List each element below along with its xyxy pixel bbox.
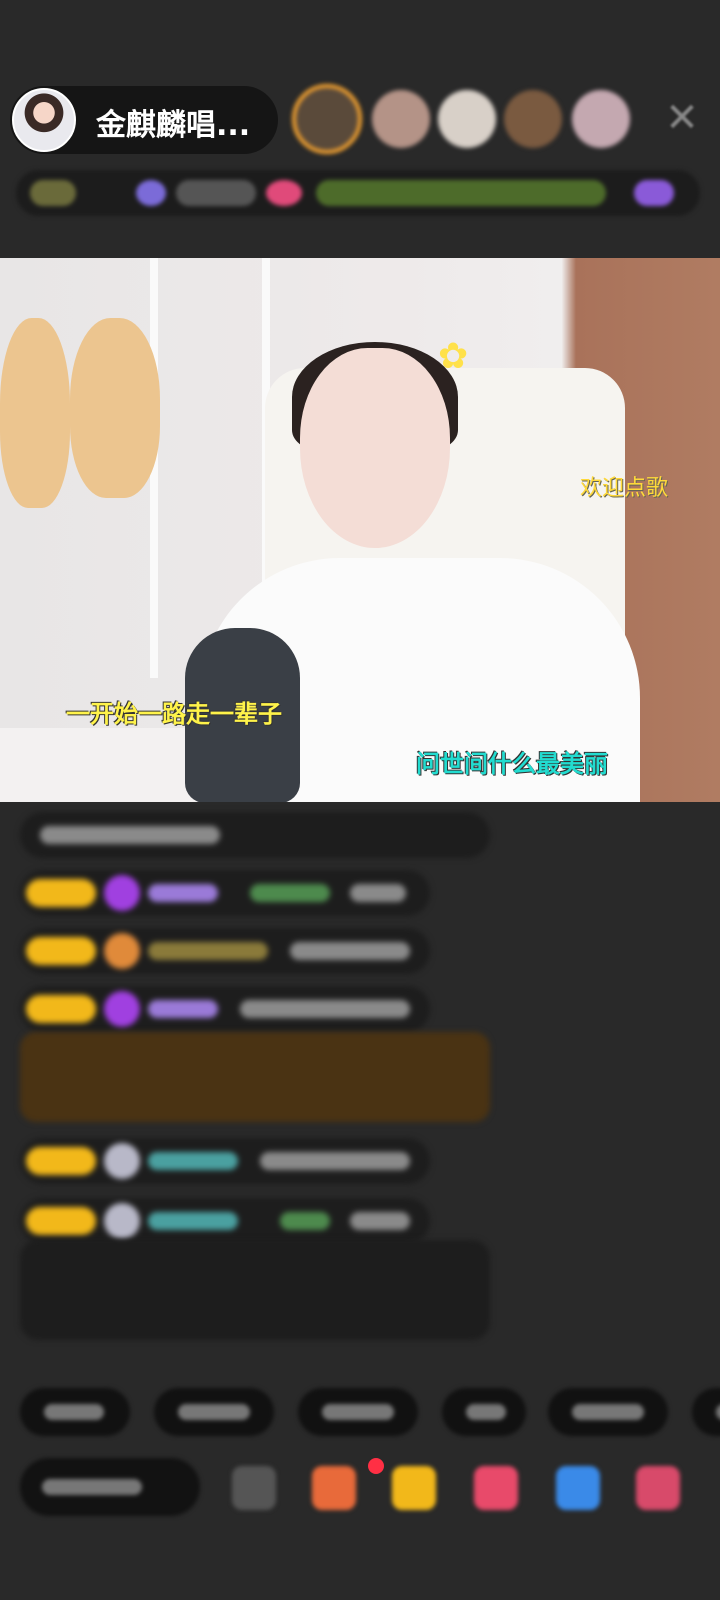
info-chip [266, 180, 302, 206]
quick-phrase-chip[interactable] [298, 1388, 418, 1436]
info-chip [316, 180, 606, 206]
viewer-avatar[interactable] [372, 90, 430, 148]
level-badge [26, 1207, 96, 1235]
viewer-avatar[interactable] [572, 90, 630, 148]
user-avatar [104, 1143, 140, 1179]
emoji-icon[interactable] [232, 1466, 276, 1510]
level-badge [26, 879, 96, 907]
message-text [290, 942, 410, 960]
teddy-bear [70, 318, 160, 498]
host-avatar[interactable] [12, 88, 76, 152]
gift-icon[interactable] [392, 1466, 436, 1510]
user-avatar [104, 1203, 140, 1239]
chat-message[interactable] [20, 928, 430, 974]
message-text [40, 826, 220, 844]
quick-phrase-chip[interactable] [692, 1388, 720, 1436]
flower-icon: ✿ [438, 336, 469, 377]
message-text [240, 1000, 410, 1018]
live-video[interactable]: ✿ 欢迎点歌 一开始一路走一辈子 问世间什么最美丽 [0, 258, 720, 802]
close-icon[interactable]: ✕ [662, 98, 702, 138]
user-name [148, 1152, 238, 1170]
info-chip [176, 180, 256, 206]
top-viewer-avatar[interactable] [292, 84, 362, 154]
user-name [148, 884, 218, 902]
quick-phrase-chip[interactable] [154, 1388, 274, 1436]
room-info-bar[interactable] [16, 170, 700, 216]
quick-phrase-chip[interactable] [20, 1388, 130, 1436]
quick-phrase-chip[interactable] [548, 1388, 668, 1436]
viewer-avatar[interactable] [438, 90, 496, 148]
chat-message[interactable] [20, 1138, 430, 1184]
host-name[interactable]: 金麒麟唱... [96, 100, 276, 144]
host-info-pill[interactable]: 金麒麟唱... [10, 86, 278, 154]
viewer-avatar[interactable] [504, 90, 562, 148]
chat-message[interactable] [20, 986, 430, 1032]
gift-message[interactable] [20, 1032, 490, 1122]
pk-icon[interactable] [474, 1466, 518, 1510]
chat-message[interactable] [20, 812, 490, 858]
level-badge [26, 937, 96, 965]
game-icon[interactable] [556, 1466, 600, 1510]
more-icon[interactable] [636, 1466, 680, 1510]
message-text [250, 884, 330, 902]
message-text [260, 1152, 410, 1170]
info-chip [136, 180, 166, 206]
diamond-icon [104, 991, 140, 1027]
quick-phrase-chip[interactable] [442, 1388, 526, 1436]
user-name [148, 1000, 218, 1018]
user-name [148, 942, 268, 960]
gift-box-icon[interactable] [312, 1466, 356, 1510]
bed [0, 728, 200, 802]
message-text [350, 1212, 410, 1230]
chat-input[interactable] [20, 1458, 200, 1516]
message-text [280, 1212, 330, 1230]
room-header: 金麒麟唱... ✕ [10, 84, 710, 156]
chat-message[interactable] [20, 870, 430, 916]
teddy-bear [0, 318, 70, 508]
welcome-text: 欢迎点歌 [580, 476, 669, 501]
info-chip [634, 180, 674, 206]
lyric-line-1: 一开始一路走一辈子 [66, 700, 282, 728]
info-chip [30, 180, 76, 206]
streamer-face [300, 348, 450, 548]
diamond-icon [104, 875, 140, 911]
fan-badge-icon [104, 933, 140, 969]
level-badge [26, 995, 96, 1023]
user-name [148, 1212, 238, 1230]
notification-dot [368, 1458, 384, 1474]
system-notice [20, 1240, 490, 1340]
lyric-line-2: 问世间什么最美丽 [416, 750, 608, 778]
chat-message[interactable] [20, 1198, 430, 1244]
level-badge [26, 1147, 96, 1175]
message-text [350, 884, 406, 902]
quick-phrase-row [20, 1388, 720, 1436]
bottom-action-bar [20, 1458, 720, 1516]
